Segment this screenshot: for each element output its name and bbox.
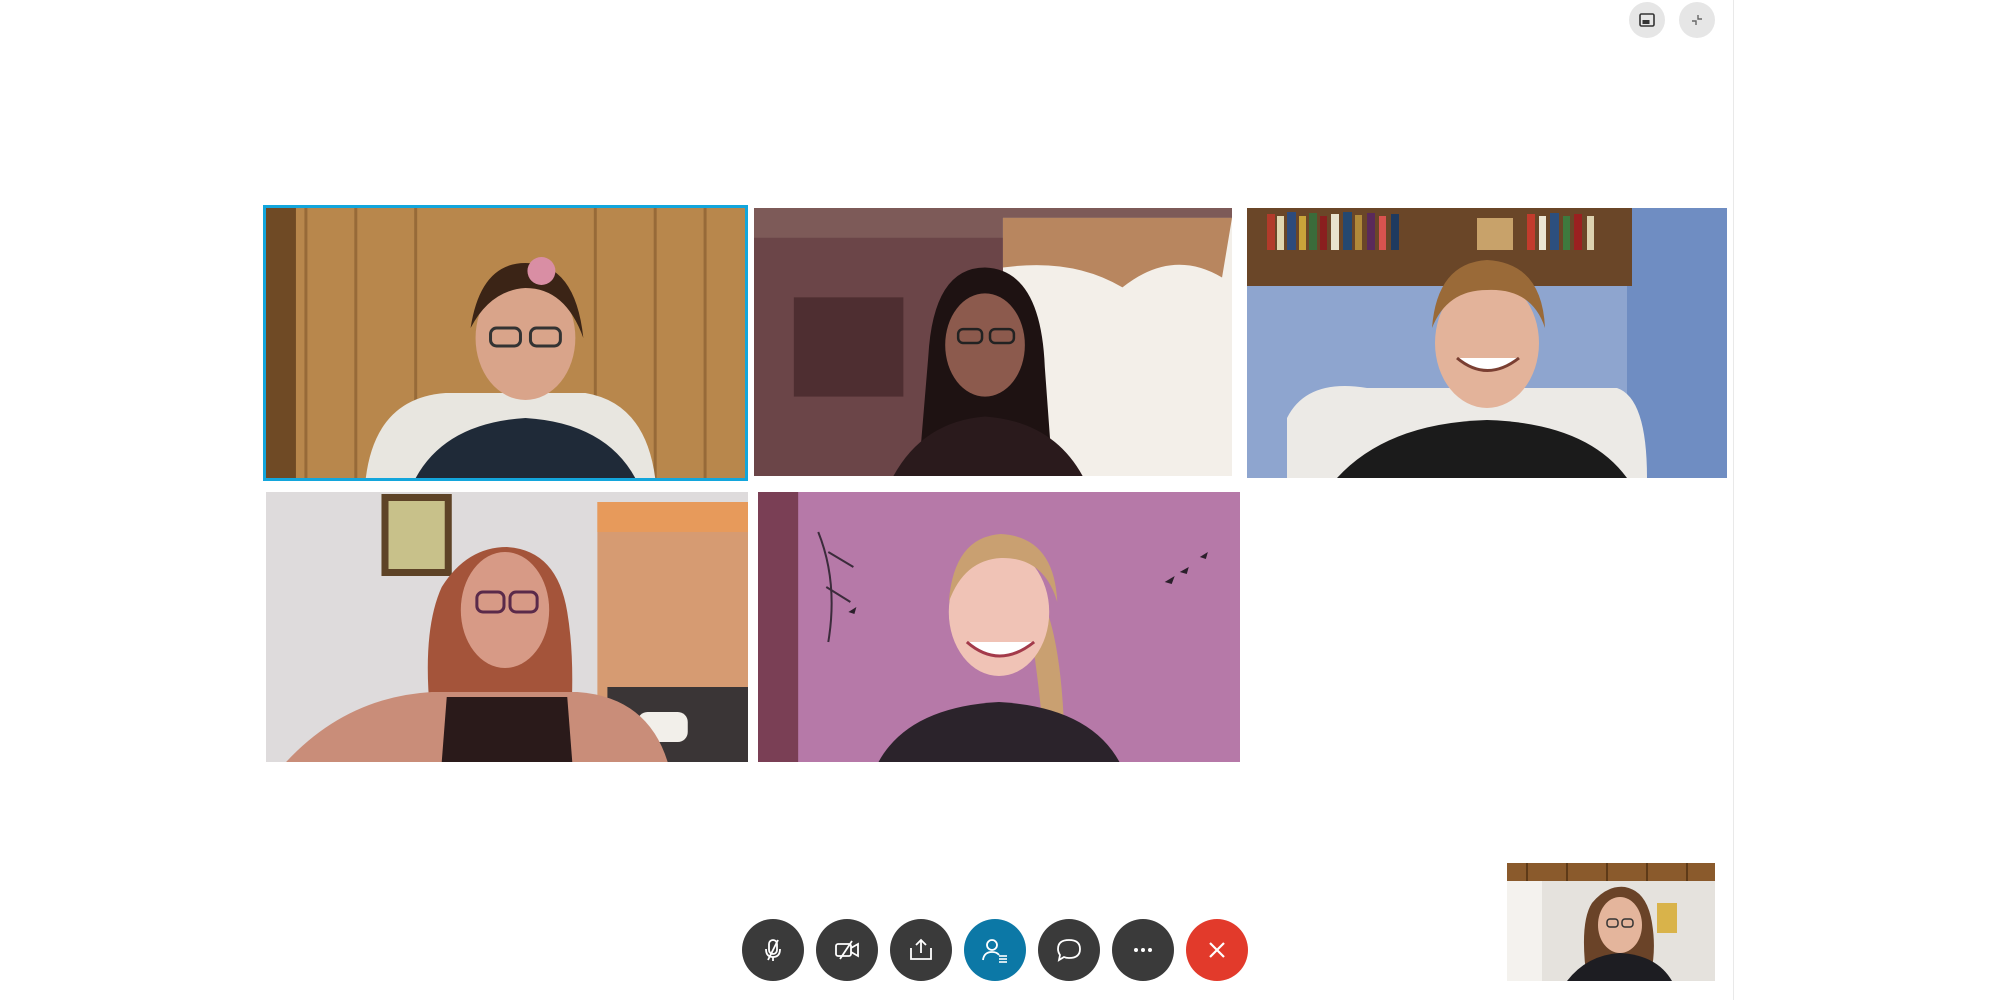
collapse-icon — [1692, 15, 1702, 25]
participant-1-image — [266, 208, 745, 478]
exit-fullscreen-button[interactable] — [1679, 2, 1715, 38]
chat-icon — [1057, 939, 1081, 962]
mute-button[interactable] — [742, 919, 804, 981]
microphone-off-icon — [765, 939, 781, 961]
participant-5-image — [758, 492, 1240, 762]
chat-button[interactable] — [1038, 919, 1100, 981]
hang-up-icon — [1209, 942, 1225, 958]
participant-video-2[interactable] — [754, 208, 1232, 476]
video-off-icon — [835, 940, 859, 960]
participant-3-image — [1247, 208, 1727, 478]
self-view-image — [1507, 863, 1715, 981]
camera-button[interactable] — [816, 919, 878, 981]
self-view-video[interactable] — [1507, 863, 1715, 981]
participant-video-1[interactable] — [263, 205, 748, 481]
participant-video-3[interactable] — [1247, 208, 1727, 478]
participant-2-image — [754, 208, 1232, 476]
picture-in-picture-icon — [1639, 13, 1655, 27]
pip-toggle-button[interactable] — [1629, 2, 1665, 38]
hang-up-button[interactable] — [1186, 919, 1248, 981]
right-panel-divider — [1733, 0, 1734, 1000]
participants-icon — [982, 939, 1007, 963]
participant-4-image — [266, 492, 748, 762]
more-icon — [1134, 948, 1152, 952]
share-icon — [910, 938, 932, 960]
share-button[interactable] — [890, 919, 952, 981]
call-controls — [742, 919, 1248, 981]
participants-button[interactable] — [964, 919, 1026, 981]
participant-video-4[interactable] — [266, 492, 748, 762]
more-options-button[interactable] — [1112, 919, 1174, 981]
participant-video-5[interactable] — [758, 492, 1240, 762]
